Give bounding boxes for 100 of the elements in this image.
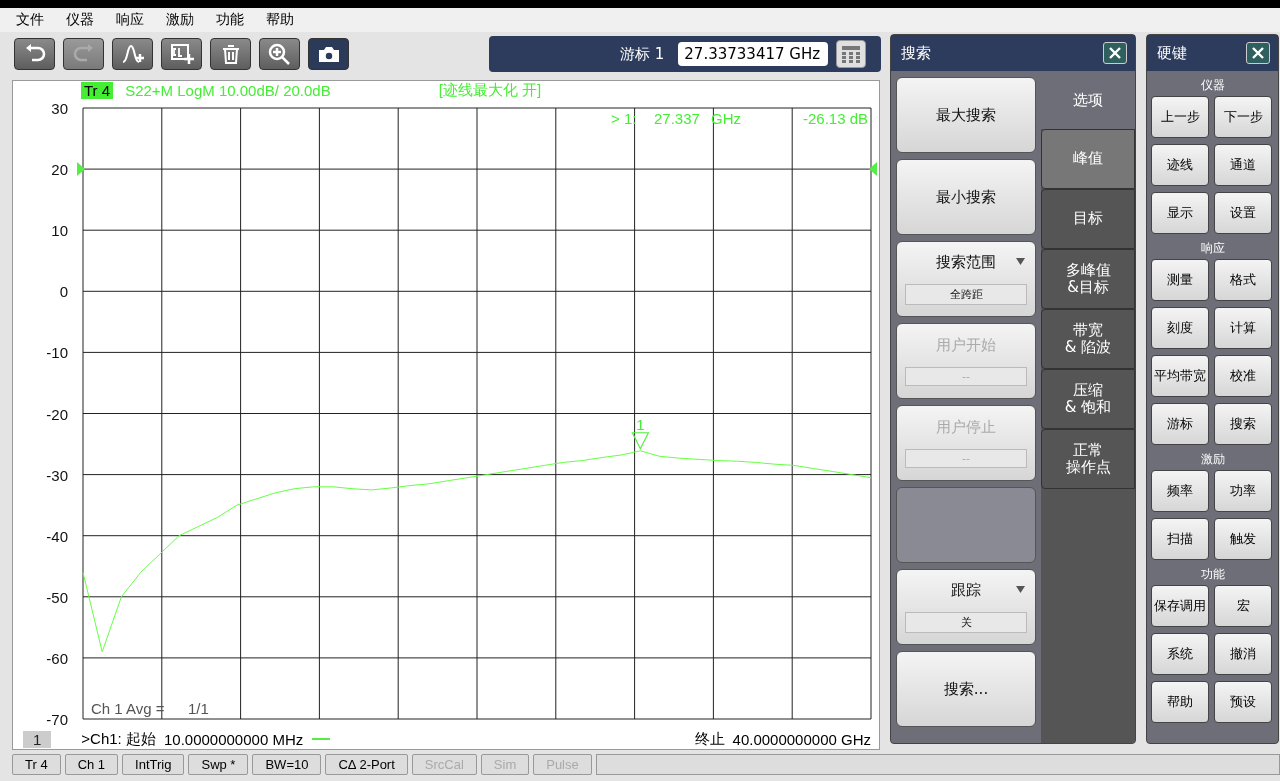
hardkey-button[interactable]: 上一步 bbox=[1151, 96, 1209, 138]
tab[interactable]: 多峰值 &目标 bbox=[1041, 249, 1135, 309]
menu-item[interactable]: 激励 bbox=[166, 11, 194, 29]
start-label: >Ch1: 起始 bbox=[81, 729, 156, 749]
trace-status: [迹线最大化 开] bbox=[438, 80, 542, 100]
y-tick-label: -40 bbox=[46, 527, 68, 545]
hardkey-button[interactable]: 显示 bbox=[1151, 192, 1209, 234]
hardkey-button[interactable]: 设置 bbox=[1214, 192, 1272, 234]
softkey-label: 搜索范围 bbox=[936, 253, 996, 273]
y-tick-label: -10 bbox=[46, 344, 68, 362]
hardkey-button[interactable]: 刻度 bbox=[1151, 307, 1209, 349]
softkey-value: -- bbox=[905, 449, 1027, 468]
undo-button[interactable] bbox=[14, 38, 55, 70]
status-item[interactable]: Tr 4 bbox=[12, 754, 61, 775]
start-frequency: 10.0000000000 MHz bbox=[163, 730, 304, 748]
close-icon bbox=[1252, 47, 1264, 59]
y-tick-label: -20 bbox=[46, 405, 68, 423]
close-button[interactable] bbox=[1246, 42, 1270, 64]
marker-value-field[interactable]: 27.33733417 GHz bbox=[678, 42, 829, 66]
y-tick-label: 20 bbox=[51, 161, 68, 179]
close-button[interactable] bbox=[1103, 42, 1127, 64]
status-item[interactable]: IntTrig bbox=[122, 754, 185, 775]
tab[interactable]: 正常 操作点 bbox=[1041, 429, 1135, 489]
hardkey-button[interactable]: 校准 bbox=[1214, 355, 1272, 397]
hardkey-button[interactable]: 搜索 bbox=[1214, 403, 1272, 445]
hardkey-button[interactable]: 功率 bbox=[1214, 470, 1272, 512]
trace-badge[interactable]: Tr 4 bbox=[81, 81, 114, 99]
marker-triangle-icon[interactable] bbox=[631, 432, 650, 451]
reference-arrow-icon bbox=[77, 162, 85, 177]
hardkey-button[interactable]: 帮助 bbox=[1151, 681, 1209, 723]
softkey-value: -- bbox=[905, 367, 1027, 386]
caret-icon bbox=[1016, 586, 1025, 594]
trace-info: S22+M LogM 10.00dB/ 20.0dB bbox=[125, 81, 331, 99]
add-trace-button[interactable] bbox=[112, 38, 153, 70]
hardkey-button[interactable]: 宏 bbox=[1214, 585, 1272, 627]
hardkey-button[interactable]: 系统 bbox=[1151, 633, 1209, 675]
marker-value: -26.13 dB bbox=[802, 110, 868, 127]
group-title: 响应 bbox=[1199, 240, 1226, 257]
trace-legend-icon bbox=[311, 736, 332, 742]
stop-label: 终止 bbox=[694, 729, 725, 749]
y-tick-label: 10 bbox=[51, 222, 68, 240]
hardkey-button[interactable]: 触发 bbox=[1214, 518, 1272, 560]
menu-item[interactable]: 功能 bbox=[216, 11, 244, 29]
calculator-button[interactable] bbox=[836, 40, 867, 68]
delete-button[interactable] bbox=[210, 38, 251, 70]
group-title: 仪器 bbox=[1199, 77, 1226, 94]
panel-title: 搜索 bbox=[901, 43, 931, 63]
hardkey-button[interactable]: 格式 bbox=[1214, 259, 1272, 301]
camera-button[interactable] bbox=[308, 38, 349, 70]
add-channel-icon bbox=[168, 42, 195, 66]
tab[interactable]: 压缩 & 饱和 bbox=[1041, 369, 1135, 429]
average-value: 1/1 bbox=[188, 700, 209, 717]
y-tick-label: 0 bbox=[59, 283, 68, 301]
hardkey-button[interactable]: 迹线 bbox=[1151, 144, 1209, 186]
tab[interactable]: 带宽 & 陷波 bbox=[1041, 309, 1135, 369]
status-item[interactable]: Swp * bbox=[188, 754, 249, 775]
menu-item[interactable]: 帮助 bbox=[266, 11, 294, 29]
softkey-button[interactable]: 最小搜索 bbox=[896, 159, 1036, 235]
channel-number[interactable]: 1 bbox=[23, 730, 52, 748]
group-title: 功能 bbox=[1199, 566, 1226, 583]
hardkey-button[interactable]: 下一步 bbox=[1214, 96, 1272, 138]
close-icon bbox=[1109, 47, 1121, 59]
stop-frequency: 40.0000000000 GHz bbox=[732, 730, 871, 748]
hardkey-button[interactable]: 游标 bbox=[1151, 403, 1209, 445]
softkey-label: 用户开始 bbox=[936, 336, 996, 355]
dropdown-softkey[interactable]: 搜索范围 全跨距 bbox=[896, 241, 1036, 317]
hardkey-button[interactable]: 扫描 bbox=[1151, 518, 1209, 560]
status-item[interactable]: Ch 1 bbox=[64, 754, 119, 775]
add-channel-button[interactable] bbox=[161, 38, 202, 70]
hardkey-button[interactable]: 频率 bbox=[1151, 470, 1209, 512]
marker-number: 1 bbox=[636, 415, 645, 433]
softkey-button[interactable]: 搜索... bbox=[896, 651, 1036, 727]
zoom-button[interactable] bbox=[259, 38, 300, 70]
y-tick-label: 30 bbox=[51, 100, 68, 117]
options-label: 选项 bbox=[1041, 71, 1135, 129]
dropdown-softkey[interactable]: 跟踪 关 bbox=[896, 569, 1036, 645]
hardkey-button[interactable]: 计算 bbox=[1214, 307, 1272, 349]
menu-item[interactable]: 仪器 bbox=[66, 11, 94, 29]
status-item[interactable]: CΔ 2-Port bbox=[325, 754, 408, 775]
hardkey-button[interactable]: 测量 bbox=[1151, 259, 1209, 301]
marker-label: 游标 1 bbox=[620, 44, 665, 64]
softkey-button[interactable]: 最大搜索 bbox=[896, 77, 1036, 153]
menu-item[interactable]: 响应 bbox=[116, 11, 144, 29]
marker-frequency: 27.337 bbox=[654, 110, 700, 127]
status-item[interactable]: BW=10 bbox=[252, 754, 322, 775]
softkey-value: 全跨距 bbox=[905, 283, 1027, 305]
tab[interactable]: 峰值 bbox=[1041, 129, 1135, 189]
hardkey-button[interactable]: 通道 bbox=[1214, 144, 1272, 186]
tab[interactable]: 目标 bbox=[1041, 189, 1135, 249]
softkey-label: 用户停止 bbox=[936, 418, 996, 437]
hardkey-button[interactable]: 预设 bbox=[1214, 681, 1272, 723]
y-tick-label: -50 bbox=[46, 588, 68, 606]
hardkey-button[interactable]: 撤消 bbox=[1214, 633, 1272, 675]
hardkey-button[interactable]: 平均带宽 bbox=[1151, 355, 1209, 397]
group-title: 激励 bbox=[1199, 451, 1226, 468]
softkey-label: 跟踪 bbox=[951, 581, 981, 601]
caret-icon bbox=[1016, 258, 1025, 266]
y-tick-label: -60 bbox=[46, 649, 68, 667]
menu-item[interactable]: 文件 bbox=[16, 11, 44, 29]
hardkey-button[interactable]: 保存调用 bbox=[1151, 585, 1209, 627]
